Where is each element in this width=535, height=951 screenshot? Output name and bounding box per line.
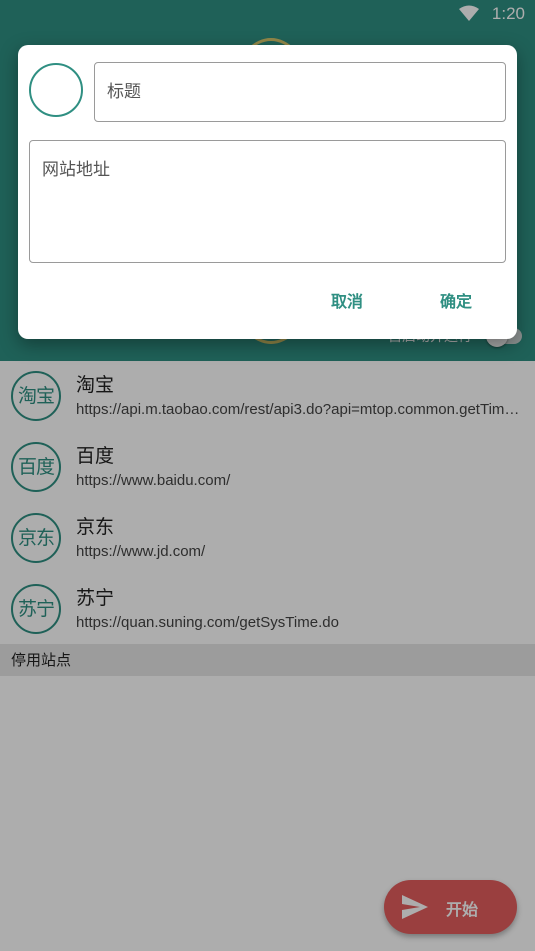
- url-input[interactable]: [29, 140, 506, 263]
- ok-button[interactable]: 确定: [440, 287, 472, 317]
- add-site-dialog: 取消 确定: [18, 45, 517, 339]
- title-input[interactable]: [94, 62, 506, 122]
- site-icon-placeholder[interactable]: [29, 63, 83, 117]
- cancel-button[interactable]: 取消: [331, 287, 363, 317]
